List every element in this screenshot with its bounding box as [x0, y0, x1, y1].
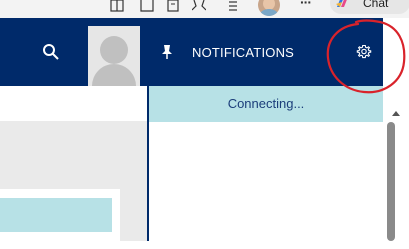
favorites-icon[interactable] — [228, 0, 242, 12]
browser-toolbar: ··· Chat — [0, 0, 409, 18]
profile-avatar[interactable] — [258, 0, 280, 16]
chat-button[interactable]: Chat — [330, 0, 409, 14]
scrollbar[interactable] — [383, 18, 409, 241]
split-screen-icon[interactable] — [110, 0, 124, 12]
gear-icon[interactable] — [356, 44, 372, 60]
main-content — [0, 86, 148, 249]
notifications-panel: Connecting... — [149, 86, 383, 241]
more-icon[interactable]: ··· — [300, 0, 312, 10]
favorite-add-icon[interactable] — [140, 0, 154, 12]
reading-icon[interactable] — [166, 0, 180, 12]
user-avatar[interactable] — [88, 26, 140, 86]
search-icon[interactable] — [42, 43, 60, 61]
connection-status: Connecting... — [227, 96, 305, 111]
scrollbar-thumb[interactable] — [387, 122, 395, 241]
star-icon[interactable] — [192, 0, 206, 12]
chat-label: Chat — [363, 0, 389, 10]
notifications-title: NOTIFICATIONS — [192, 45, 295, 60]
connection-status-bar: Connecting... — [149, 86, 383, 122]
app-header: NOTIFICATIONS — [0, 18, 389, 86]
copilot-icon — [336, 0, 347, 7]
highlight-row[interactable] — [0, 198, 112, 232]
pin-icon[interactable] — [160, 44, 174, 60]
scroll-up-arrow-icon[interactable] — [392, 111, 400, 116]
